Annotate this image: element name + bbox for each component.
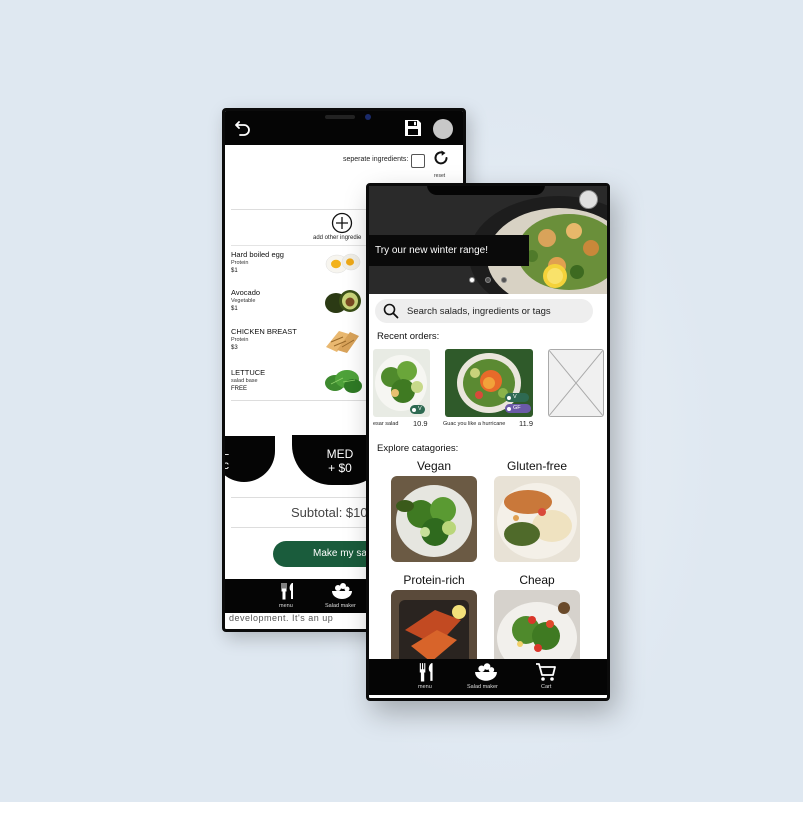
order-name: esar salad: [373, 421, 399, 427]
reset-label: reset: [434, 173, 446, 179]
search-input[interactable]: [407, 301, 587, 321]
order-name: Guac you like a hurricane: [443, 421, 506, 427]
ingredient-type: Vegetable: [231, 298, 256, 304]
tag-label: V: [418, 406, 422, 412]
bottom-nav: menu Salad maker Cart: [369, 659, 607, 695]
separate-ingredients-label: seperate ingredients:: [343, 156, 409, 163]
nav-salad-maker-label[interactable]: Salad maker: [325, 603, 356, 609]
background-text: development. It's an up: [229, 613, 334, 623]
home-phone: Try our new winter range! Recent orders:…: [366, 183, 610, 701]
bowl-price-label: 0c: [222, 458, 229, 472]
salad-bowl-icon[interactable]: [474, 662, 498, 682]
category-gluten-free[interactable]: Gluten-free: [494, 459, 580, 562]
cart-icon[interactable]: [535, 662, 557, 682]
explore-categories-heading: Explore catagories:: [377, 443, 459, 454]
search-bar[interactable]: [375, 299, 593, 323]
speaker-grille: [325, 115, 355, 119]
category-vegan[interactable]: Vegan: [391, 459, 477, 562]
search-icon: [383, 303, 399, 319]
nav-salad-maker-label[interactable]: Salad maker: [467, 684, 498, 690]
gluten-free-tag: GF: [505, 404, 531, 413]
vegan-tag: V: [505, 393, 529, 402]
order-price: 10.9: [413, 419, 428, 428]
bowl-size-small[interactable]: L 0c: [222, 436, 275, 482]
ingredient-price: $3: [231, 345, 238, 351]
bottom-band: [0, 802, 803, 825]
nav-menu-label[interactable]: menu: [279, 603, 293, 609]
promo-banner[interactable]: Try our new winter range!: [369, 235, 529, 266]
undo-icon[interactable]: [233, 117, 253, 137]
menu-utensils-icon[interactable]: [417, 662, 437, 682]
ingredient-type: Protein: [231, 260, 249, 266]
tag-label: GF: [513, 405, 521, 411]
carousel-dot[interactable]: [501, 277, 507, 283]
category-image: [494, 476, 580, 562]
category-label: Vegan: [416, 459, 452, 473]
lettuce-image: [325, 370, 362, 393]
add-other-ingredients-label[interactable]: add other ingredie: [313, 235, 361, 241]
carousel-dot[interactable]: [485, 277, 491, 283]
salad-bowl-icon[interactable]: [331, 582, 353, 600]
category-label: Cheap: [519, 573, 555, 587]
top-bar: [225, 111, 463, 145]
vegan-tag: V: [410, 405, 425, 414]
reset-icon[interactable]: [432, 149, 450, 167]
avocado-image: [325, 290, 361, 313]
ingredient-type: Protein: [231, 337, 249, 343]
carousel-dot[interactable]: [469, 277, 475, 283]
ingredient-name: Hard boiled egg: [231, 250, 284, 259]
image-placeholder-icon: [548, 349, 604, 417]
ingredient-name: LETTUCE: [231, 368, 266, 377]
category-label: Protein-rich: [403, 573, 465, 587]
ingredient-type: salad base: [231, 378, 258, 384]
category-image: [391, 476, 477, 562]
category-label: Gluten-free: [506, 459, 568, 473]
menu-utensils-icon[interactable]: [279, 582, 297, 600]
ingredient-price: FREE: [231, 386, 248, 392]
avatar[interactable]: [579, 190, 598, 209]
subtotal: Subtotal: $10: [291, 505, 368, 520]
avatar[interactable]: [433, 119, 453, 139]
add-circle-icon[interactable]: [331, 212, 353, 234]
hero-carousel[interactable]: Try our new winter range!: [369, 186, 607, 294]
ingredient-price: $1: [231, 268, 238, 274]
ingredient-price: $1: [231, 306, 238, 312]
recent-orders-heading: Recent orders:: [377, 331, 440, 342]
separate-ingredients-checkbox[interactable]: [411, 154, 425, 168]
save-icon[interactable]: [404, 119, 422, 137]
ingredient-name: Avocado: [231, 288, 261, 297]
front-camera: [365, 114, 371, 120]
ingredient-name: CHICKEN BREAST: [231, 327, 297, 336]
phone-notch: [427, 186, 545, 195]
tag-label: V: [513, 394, 517, 400]
chicken-breast-image: [326, 331, 359, 353]
nav-menu-label[interactable]: menu: [418, 684, 432, 690]
bowl-size-label: L: [222, 444, 229, 458]
order-price: 11.9: [519, 419, 534, 428]
nav-cart-label[interactable]: Cart: [541, 684, 551, 690]
boiled-egg-image: [325, 253, 361, 274]
